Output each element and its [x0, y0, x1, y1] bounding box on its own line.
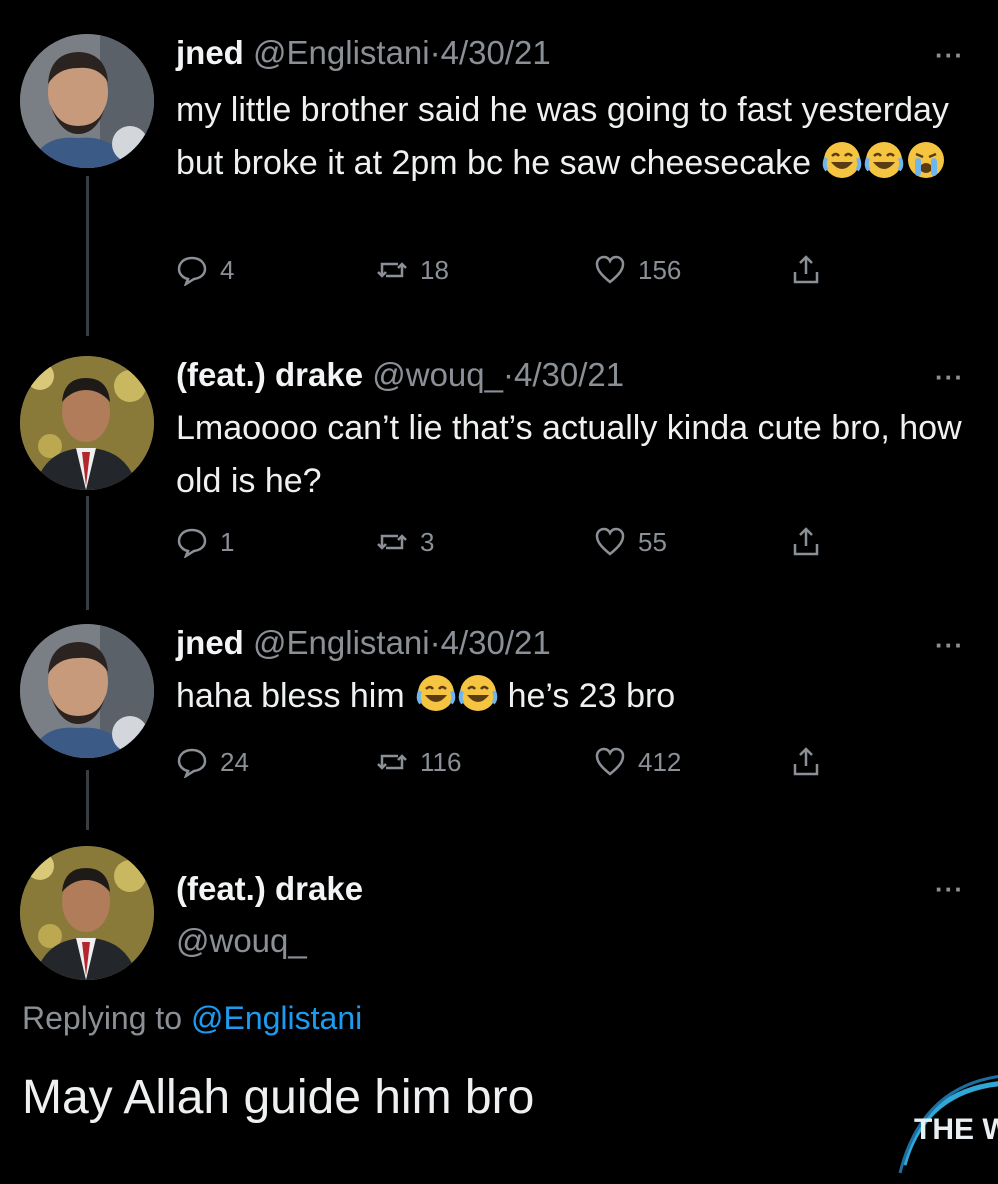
- avatar[interactable]: [20, 34, 154, 168]
- tweet-text: haha bless him: [176, 677, 405, 715]
- reply-count: 4: [220, 254, 235, 285]
- tweet-header: (feat.) drake @wouq_·4/30/21: [176, 356, 624, 394]
- tweet-header: (feat.) drake: [176, 870, 363, 908]
- heart-icon: [595, 747, 625, 776]
- separator-dot: ·: [502, 356, 514, 393]
- like-button[interactable]: 55: [594, 526, 667, 558]
- tweet-date[interactable]: 4/30/21: [441, 624, 551, 661]
- display-name[interactable]: jned: [176, 34, 244, 71]
- replying-to-label: Replying to: [22, 1000, 191, 1036]
- watermark-logo: THE W: [898, 1069, 998, 1179]
- reply-count: 1: [220, 526, 235, 557]
- user-handle[interactable]: @Englistani: [253, 624, 430, 661]
- tweet-header: jned @Englistani·4/30/21: [176, 624, 551, 662]
- display-name[interactable]: jned: [176, 624, 244, 661]
- like-button[interactable]: 156: [594, 254, 681, 286]
- display-name[interactable]: (feat.) drake: [176, 870, 363, 907]
- retweet-icon: [377, 262, 407, 278]
- share-button[interactable]: [790, 526, 822, 558]
- user-handle[interactable]: @wouq_: [372, 356, 503, 393]
- sob-emoji-icon: [908, 142, 945, 178]
- more-options-icon[interactable]: ···: [935, 40, 964, 71]
- share-button[interactable]: [790, 746, 822, 778]
- avatar[interactable]: [20, 356, 154, 490]
- tweet-date[interactable]: 4/30/21: [514, 356, 624, 393]
- focused-tweet-text: May Allah guide him bro: [22, 1071, 535, 1124]
- more-options-icon[interactable]: ···: [935, 362, 964, 393]
- like-count: 55: [638, 526, 667, 557]
- thread-line: [86, 770, 89, 830]
- tweet-text: he’s 23 bro: [507, 677, 676, 715]
- avatar[interactable]: [20, 846, 154, 980]
- tweet-date[interactable]: 4/30/21: [441, 34, 551, 71]
- tweet-header: jned @Englistani·4/30/21: [176, 34, 551, 72]
- tweet-text-block: haha bless him he’s 23 bro: [176, 670, 976, 723]
- reply-button[interactable]: 1: [176, 526, 234, 558]
- user-handle[interactable]: @Englistani: [253, 34, 430, 71]
- reply-count: 24: [220, 746, 249, 777]
- share-icon: [793, 527, 819, 556]
- more-options-icon[interactable]: ···: [935, 630, 964, 661]
- reply-icon: [177, 748, 207, 778]
- reply-button[interactable]: 4: [176, 254, 234, 286]
- watermark-text: THE W: [914, 1113, 998, 1146]
- retweet-count: 18: [420, 254, 449, 285]
- tweet-actions: 4 18 156: [176, 254, 856, 294]
- replying-to: Replying to @Englistani: [22, 1000, 362, 1037]
- like-button[interactable]: 412: [594, 746, 681, 778]
- joy-emoji-icon: [458, 675, 498, 711]
- user-handle[interactable]: @wouq_: [176, 922, 307, 960]
- joy-emoji-icon: [865, 142, 904, 178]
- joy-emoji-icon: [416, 675, 456, 711]
- reply-icon: [177, 256, 207, 286]
- retweet-button[interactable]: 116: [376, 746, 461, 778]
- heart-icon: [595, 255, 625, 284]
- avatar[interactable]: [20, 624, 154, 758]
- heart-icon: [595, 527, 625, 556]
- like-count: 412: [638, 746, 682, 777]
- share-icon: [793, 255, 819, 284]
- reply-button[interactable]: 24: [176, 746, 249, 778]
- thread-line: [86, 176, 89, 336]
- tweet-text: Lmaoooo can’t lie that’s actually kinda …: [176, 409, 962, 500]
- retweet-icon: [377, 754, 407, 770]
- thread-line: [86, 496, 89, 610]
- retweet-button[interactable]: 18: [376, 254, 449, 286]
- display-name[interactable]: (feat.) drake: [176, 356, 363, 393]
- separator-dot: ·: [429, 34, 441, 71]
- retweet-count: 116: [420, 746, 462, 777]
- separator-dot: ·: [429, 624, 441, 661]
- share-button[interactable]: [790, 254, 822, 286]
- retweet-button[interactable]: 3: [376, 526, 434, 558]
- retweet-icon: [377, 534, 407, 550]
- more-options-icon[interactable]: ···: [935, 874, 964, 905]
- replying-mention-link[interactable]: @Englistani: [191, 1000, 362, 1036]
- like-count: 156: [638, 254, 682, 285]
- tweet-actions: 1 3 55: [176, 526, 856, 566]
- share-icon: [793, 747, 819, 776]
- tweet-text-block: my little brother said he was going to f…: [176, 84, 976, 190]
- joy-emoji-icon: [823, 142, 862, 178]
- tweet-actions: 24 116 412: [176, 746, 856, 786]
- reply-icon: [177, 528, 207, 558]
- retweet-count: 3: [420, 526, 435, 557]
